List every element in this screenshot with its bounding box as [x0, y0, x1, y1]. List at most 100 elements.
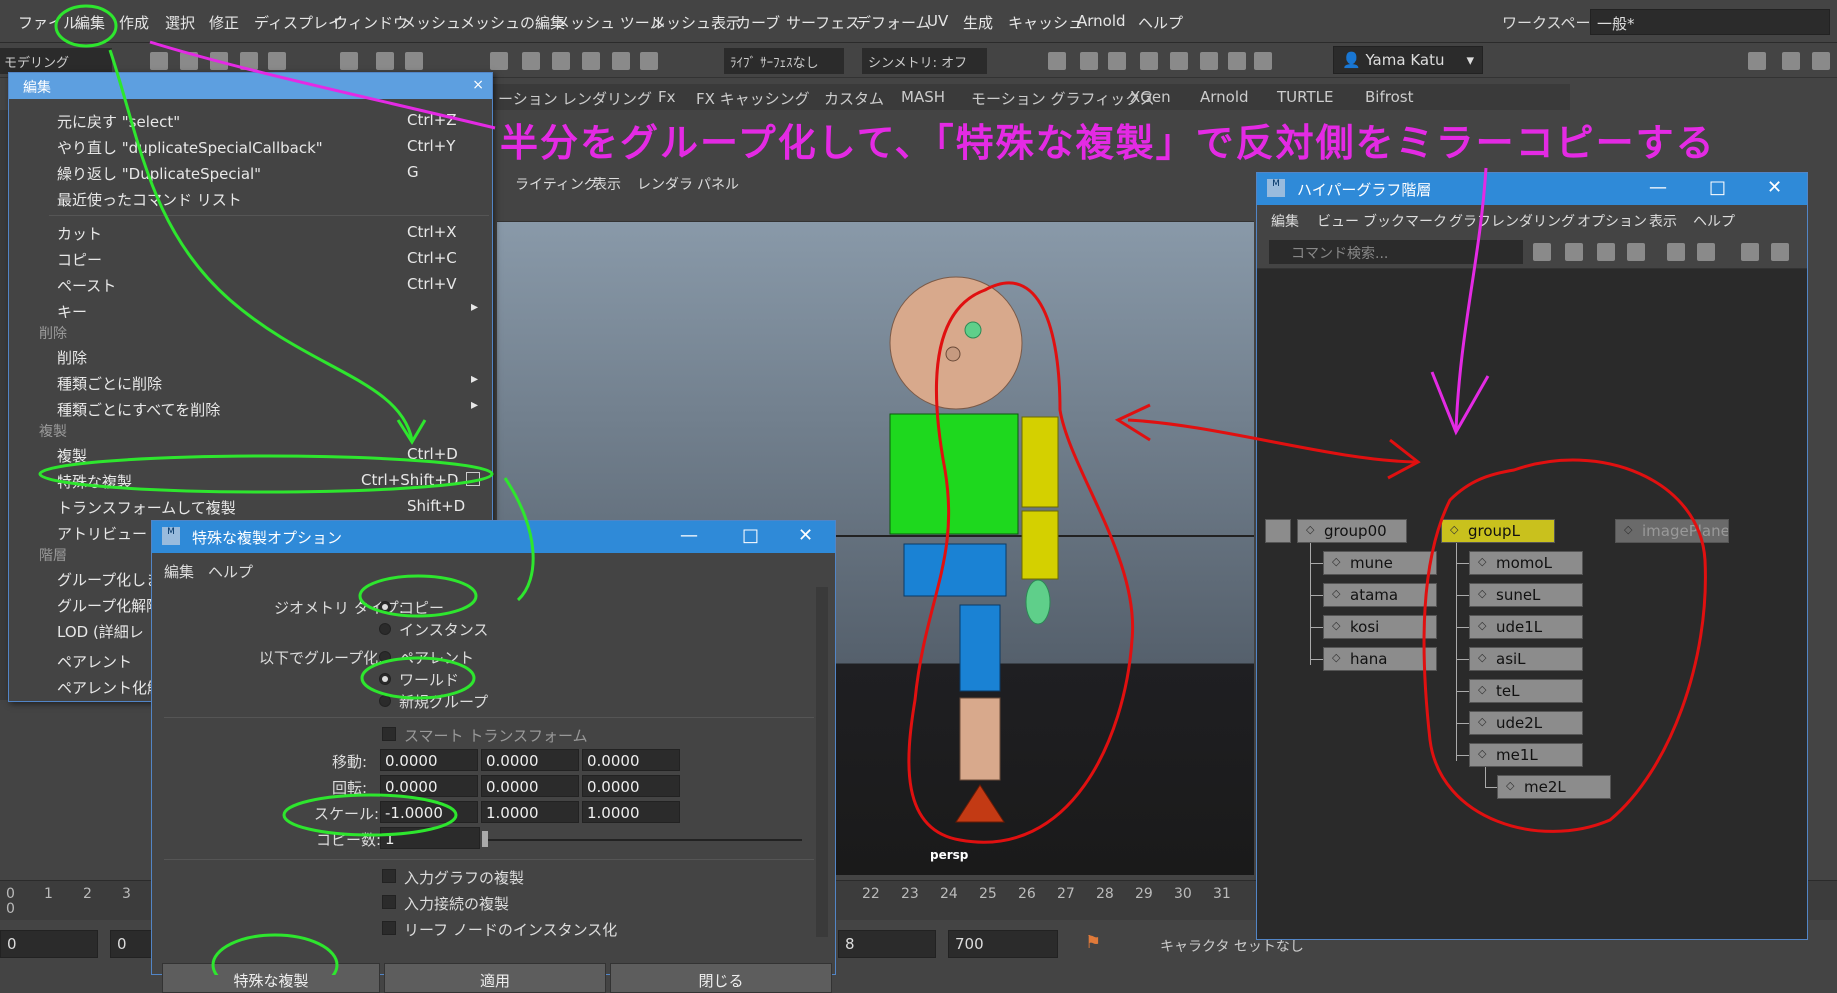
- menu-set-select[interactable]: モデリング: [0, 48, 112, 74]
- tab-turtle[interactable]: TURTLE: [1277, 88, 1333, 106]
- menu-window[interactable]: ウィンドウ: [333, 12, 408, 33]
- dialog-scrollbar[interactable]: [816, 587, 828, 937]
- render-view-icon[interactable]: [1048, 52, 1066, 70]
- menu-uv[interactable]: UV: [927, 12, 948, 30]
- tab-motion-graphics[interactable]: モーション グラフィックス: [971, 88, 1155, 109]
- node-imageplane[interactable]: imagePlane1: [1615, 519, 1729, 543]
- hg-menu-rendering[interactable]: レンダリング: [1491, 211, 1575, 231]
- copies-slider-handle[interactable]: [482, 831, 488, 847]
- bookmark-icon[interactable]: [1741, 243, 1759, 261]
- tab-arnold[interactable]: Arnold: [1200, 88, 1249, 106]
- node-suneL[interactable]: suneL: [1469, 583, 1583, 607]
- range-end-field[interactable]: 8: [838, 930, 936, 958]
- open-scene-icon[interactable]: [180, 52, 198, 70]
- menu-select[interactable]: 選択: [165, 12, 195, 33]
- menu-item-undo[interactable]: 元に戻す "select" Ctrl+Z: [9, 107, 492, 133]
- maximize-icon[interactable]: □: [1709, 177, 1726, 198]
- rotate-y-field[interactable]: 0.0000: [481, 775, 579, 797]
- tab-mash[interactable]: MASH: [901, 88, 945, 106]
- node-group00[interactable]: group00: [1297, 519, 1407, 543]
- node-me1L[interactable]: me1L: [1469, 743, 1583, 767]
- hypershade-icon[interactable]: [1170, 52, 1188, 70]
- maximize-icon[interactable]: □: [742, 525, 759, 546]
- menu-arnold[interactable]: Arnold: [1077, 12, 1126, 30]
- dialog-menu-edit[interactable]: 編集: [164, 561, 194, 582]
- dup-input-graph-checkbox[interactable]: [382, 869, 396, 883]
- dialog-menu-help[interactable]: ヘルプ: [208, 561, 253, 582]
- hg-menu-options[interactable]: オプション: [1577, 211, 1647, 231]
- attribute-editor-icon[interactable]: [1782, 52, 1800, 70]
- tab-fx-caching[interactable]: FX キャッシング: [696, 88, 810, 109]
- menu-item-delete-by-type[interactable]: 種類ごとに削除 ▸: [9, 369, 492, 395]
- tab-bifrost[interactable]: Bifrost: [1365, 88, 1413, 106]
- scale-y-field[interactable]: 1.0000: [481, 801, 579, 823]
- node-kosi[interactable]: kosi: [1323, 615, 1437, 639]
- dup-input-conn-checkbox[interactable]: [382, 895, 396, 909]
- menu-item-duplicate[interactable]: 複製 Ctrl+D: [9, 441, 492, 467]
- copies-slider-track[interactable]: [484, 839, 802, 841]
- node-ude2L[interactable]: ude2L: [1469, 711, 1583, 735]
- translate-y-field[interactable]: 0.0000: [481, 749, 579, 771]
- menu-mesh-tools[interactable]: メッシュ ツール: [555, 12, 665, 33]
- select-component-icon[interactable]: [405, 52, 423, 70]
- graph-down-icon[interactable]: [1697, 243, 1715, 261]
- node-teL[interactable]: teL: [1469, 679, 1583, 703]
- select-object-icon[interactable]: [376, 52, 394, 70]
- menu-item-repeat[interactable]: 繰り返し "DuplicateSpecial" G: [9, 159, 492, 185]
- hg-menu-graph[interactable]: グラフ: [1449, 211, 1491, 231]
- menu-item-redo[interactable]: やり直し "duplicateSpecialCallback" Ctrl+Y: [9, 133, 492, 159]
- node-hana[interactable]: hana: [1323, 647, 1437, 671]
- menu-generate[interactable]: 生成: [963, 12, 993, 33]
- scale-z-field[interactable]: 1.0000: [582, 801, 680, 823]
- snap-curve-icon[interactable]: [522, 52, 540, 70]
- range-start-field[interactable]: 0: [0, 930, 98, 958]
- new-scene-icon[interactable]: [150, 52, 168, 70]
- menu-edit-mesh[interactable]: メッシュの編集: [460, 12, 565, 33]
- menu-modify[interactable]: 修正: [209, 12, 239, 33]
- live-surface-field[interactable]: ﾗｲﾌﾞ ｻｰﾌｪｽなし: [724, 48, 844, 74]
- render-setup-icon[interactable]: [1200, 52, 1218, 70]
- rotate-z-field[interactable]: 0.0000: [582, 775, 680, 797]
- keyframe-icon[interactable]: ⚑: [1085, 932, 1101, 953]
- menu-edit[interactable]: 編集: [75, 12, 105, 33]
- tab-xgen[interactable]: XGen: [1130, 88, 1171, 106]
- viewport-menu-lighting[interactable]: ライティング: [515, 174, 598, 194]
- anim-end-field[interactable]: 700: [948, 930, 1058, 958]
- hg-menu-edit[interactable]: 編集: [1271, 211, 1299, 231]
- pause-icon[interactable]: [1254, 52, 1272, 70]
- node-momoL[interactable]: momoL: [1469, 551, 1583, 575]
- tab-rendering[interactable]: レンダリング: [562, 88, 652, 109]
- node-mune[interactable]: mune: [1323, 551, 1437, 575]
- snap-grid-icon[interactable]: [490, 52, 508, 70]
- instance-leaf-checkbox[interactable]: [382, 921, 396, 935]
- menu-file[interactable]: ファイル: [18, 12, 78, 33]
- menu-item-copy[interactable]: コピー Ctrl+C: [9, 245, 492, 271]
- user-account-select[interactable]: 👤 Yama Katu ▾: [1333, 46, 1483, 74]
- tab-custom[interactable]: カスタム: [824, 88, 884, 109]
- option-box-icon[interactable]: [466, 472, 480, 486]
- group-new-radio[interactable]: [379, 695, 391, 707]
- menu-item-delete-all-by-type[interactable]: 種類ごとにすべてを削除 ▸: [9, 395, 492, 421]
- input-output-icon[interactable]: [1627, 243, 1645, 261]
- hierarchy-node[interactable]: [1265, 519, 1291, 543]
- menu-item-duplicate-with-transform[interactable]: トランスフォームして複製 Shift+D: [9, 493, 492, 519]
- menu-mesh[interactable]: メッシュ: [401, 12, 461, 33]
- channel-box-icon[interactable]: [1812, 52, 1830, 70]
- copies-field[interactable]: 1: [380, 827, 480, 849]
- scene-hierarchy-icon[interactable]: [1533, 243, 1551, 261]
- select-hierarchy-icon[interactable]: [340, 52, 358, 70]
- scale-x-field[interactable]: -1.0000: [380, 801, 478, 823]
- node-me2L[interactable]: me2L: [1497, 775, 1611, 799]
- menu-item-delete[interactable]: 削除: [9, 343, 492, 369]
- node-atama[interactable]: atama: [1323, 583, 1437, 607]
- minimize-icon[interactable]: —: [1649, 177, 1667, 198]
- menu-curves[interactable]: カーブ: [736, 12, 780, 33]
- hg-menu-bookmarks[interactable]: ブックマーク: [1363, 211, 1447, 231]
- character-model[interactable]: [880, 270, 1080, 840]
- group-world-radio[interactable]: [379, 673, 391, 685]
- workspace-select[interactable]: 一般*: [1590, 9, 1830, 35]
- translate-x-field[interactable]: 0.0000: [380, 749, 478, 771]
- menu-item-keys[interactable]: キー ▸: [9, 297, 492, 323]
- tab-animation[interactable]: ーション: [498, 88, 558, 109]
- render-frame-icon[interactable]: [1080, 52, 1098, 70]
